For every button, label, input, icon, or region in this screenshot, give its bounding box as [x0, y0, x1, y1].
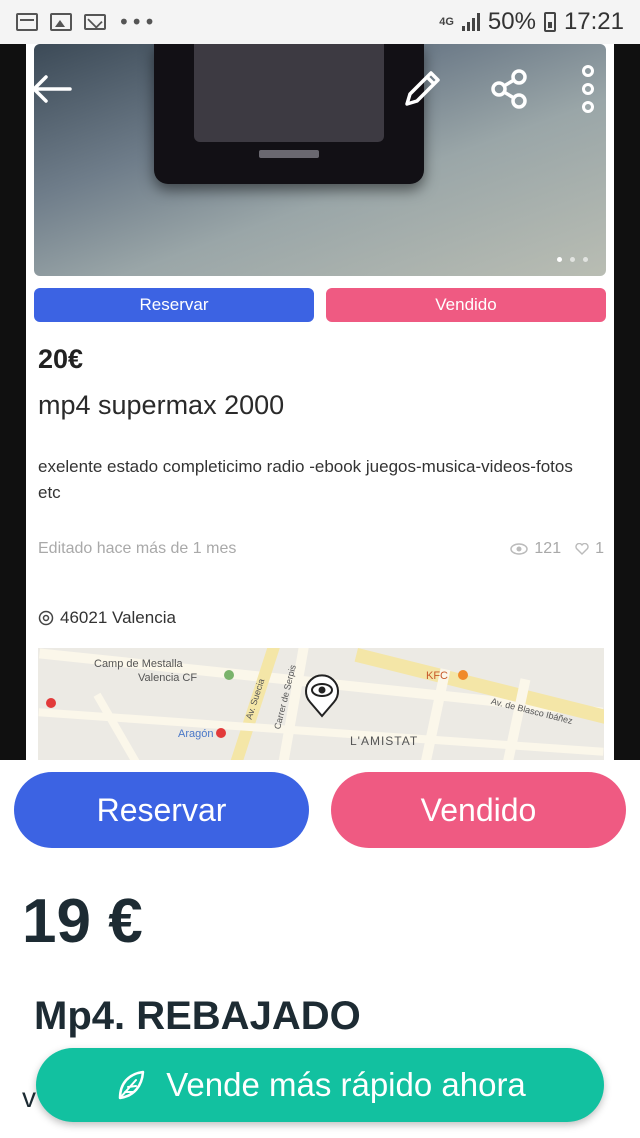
favorites-count: 1 [595, 540, 604, 557]
sell-faster-label: Vende más rápido ahora [166, 1066, 526, 1103]
feather-icon [118, 1070, 145, 1100]
more-notifications-icon: ••• [118, 10, 157, 34]
inner-location: 46021 Valencia [38, 608, 176, 628]
sold-button[interactable]: Vendido [331, 772, 626, 848]
price: 19 € [22, 887, 143, 956]
restaurant-poi-icon [46, 698, 56, 708]
edited-label: Editado hace más de 1 mes [38, 540, 237, 557]
inner-title: mp4 supermax 2000 [38, 390, 285, 420]
listing-title: Mp4. REBAJADO [34, 994, 361, 1038]
status-buttons: Reservar Vendido [14, 772, 626, 848]
edit-button[interactable] [392, 59, 452, 119]
heart-icon [575, 543, 589, 555]
map-label-aragon: Aragón [178, 728, 214, 740]
calendar-icon [16, 13, 38, 31]
description-start: v [22, 1082, 36, 1113]
share-icon [491, 69, 527, 109]
listing-card: Reservar Vendido 20€ mp4 supermax 2000 e… [26, 44, 614, 760]
reserve-button[interactable]: Reservar [14, 772, 309, 848]
inner-sold-button: Vendido [326, 288, 606, 322]
location-map[interactable]: Camp de Mestalla Valencia CF Aragón KFC … [38, 648, 604, 760]
location-text: 46021 Valencia [60, 608, 176, 627]
listing-screenshot: Reservar Vendido 20€ mp4 supermax 2000 e… [0, 44, 640, 760]
location-icon [38, 610, 54, 626]
battery-icon [543, 12, 556, 32]
map-label-neighborhood: L'AMISTAT [350, 734, 419, 748]
mail-icon [84, 14, 106, 30]
share-button[interactable] [480, 59, 540, 119]
eye-icon [510, 543, 529, 555]
map-pin-icon [305, 674, 339, 718]
signal-icon [461, 13, 480, 31]
back-button[interactable] [22, 59, 82, 119]
more-vert-icon [582, 65, 594, 113]
network-type: 4G [439, 16, 454, 28]
photo-pager [557, 257, 588, 262]
description-overflow: ▔▔▔▔▔▔▔▔ [100, 1122, 297, 1138]
map-label-kfc: KFC [426, 670, 448, 682]
notification-icons: ••• [16, 12, 156, 32]
image-icon [50, 13, 72, 31]
views-count: 121 [534, 540, 562, 557]
status-bar: ••• 4G 50% 17:21 [0, 0, 640, 44]
inner-reserve-button: Reservar [34, 288, 314, 322]
map-label-stadium-2: Valencia CF [138, 672, 198, 684]
app-bar [0, 44, 640, 134]
more-options-button[interactable] [558, 59, 618, 119]
battery-percent: 50% [487, 8, 536, 35]
aragon-poi-icon [216, 728, 226, 738]
clock: 17:21 [563, 8, 624, 35]
stadium-poi-icon [224, 670, 234, 680]
inner-price: 20€ [38, 344, 84, 374]
sell-faster-button[interactable]: Vende más rápido ahora [36, 1048, 604, 1122]
pencil-icon [405, 71, 440, 106]
kfc-poi-icon [458, 670, 468, 680]
inner-description: exelente estado completicimo radio -eboo… [38, 457, 573, 502]
map-label-stadium: Camp de Mestalla [94, 658, 183, 670]
back-arrow-icon [32, 75, 72, 103]
inner-meta: Editado hace más de 1 mes 121 1 [38, 540, 604, 558]
